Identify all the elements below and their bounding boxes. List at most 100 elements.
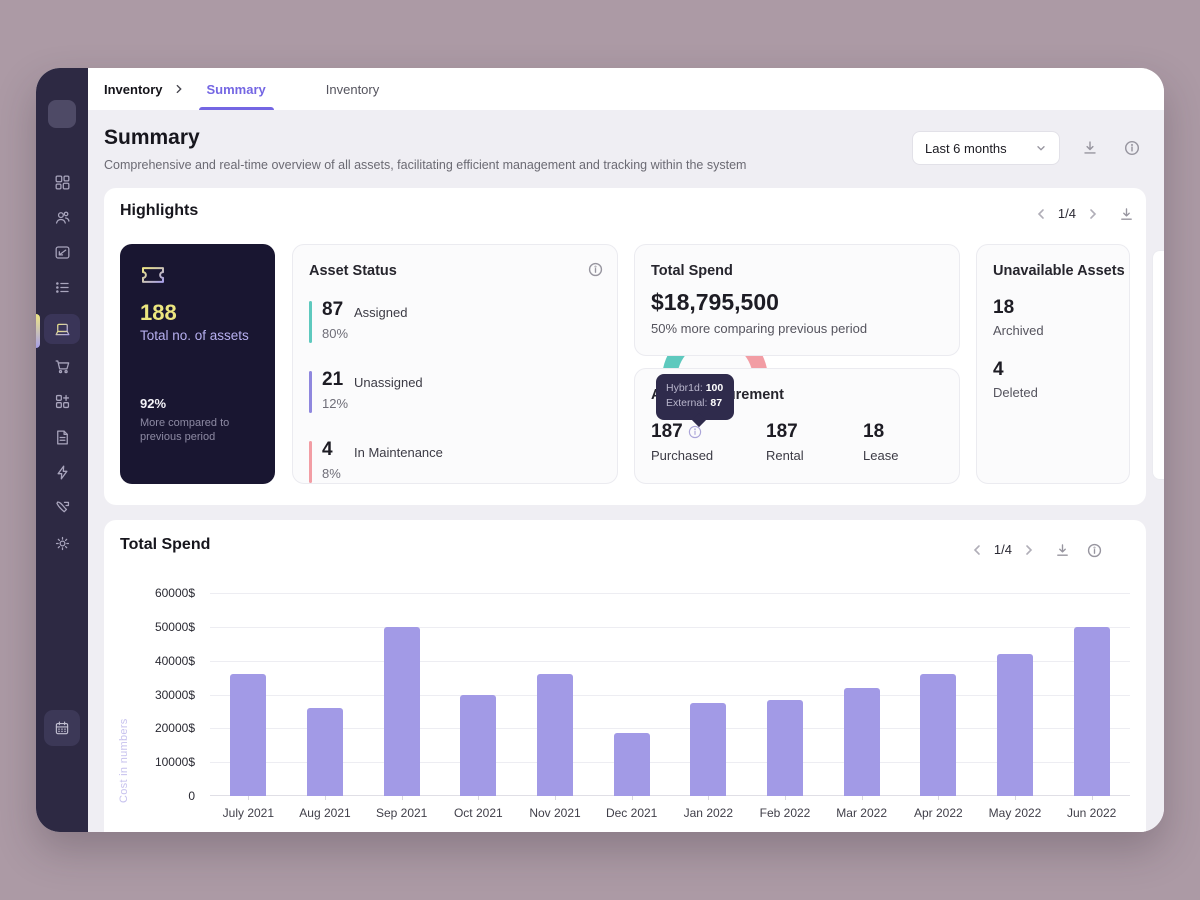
sidebar-item-checklist[interactable]: [44, 272, 80, 302]
bar-Oct 2021[interactable]: [460, 695, 496, 797]
status-percent: 8%: [322, 466, 341, 481]
header-info-button[interactable]: [1120, 136, 1144, 160]
unavailable-assets-card: Unavailable Assets 18 Archived 4 Deleted: [976, 244, 1130, 484]
status-label: Assigned: [354, 305, 407, 320]
x-tick: [555, 796, 556, 800]
stat-label: Rental: [766, 448, 804, 463]
period-selector[interactable]: Last 6 months: [912, 131, 1060, 165]
sidebar-item-assets[interactable]: [44, 314, 80, 344]
chevron-left-icon[interactable]: [1034, 207, 1048, 221]
bar-Mar 2022[interactable]: [844, 688, 880, 796]
y-tick-label: 0: [188, 789, 195, 803]
bar-Aug 2021[interactable]: [307, 708, 343, 796]
chevron-right-icon[interactable]: [1022, 543, 1036, 557]
x-tick: [478, 796, 479, 800]
y-tick-label: 30000$: [155, 688, 195, 702]
unavailable-assets-title: Unavailable Assets: [993, 263, 1125, 279]
chevron-right-icon[interactable]: [1086, 207, 1100, 221]
x-tick-label: Aug 2021: [299, 806, 350, 820]
main-area: Inventory Summary Inventory Summary Comp…: [88, 68, 1164, 832]
x-tick-label: Jan 2022: [684, 806, 733, 820]
sidebar-item-add-widget[interactable]: [44, 386, 80, 416]
tab-inventory[interactable]: Inventory: [318, 68, 387, 110]
grid-plus-icon: [53, 392, 72, 411]
status-row-in-maintenance: 4 In Maintenance 8%: [309, 439, 479, 487]
bar-Apr 2022[interactable]: [920, 674, 956, 796]
bar-Sep 2021[interactable]: [384, 627, 420, 796]
unavailable-stat-deleted: 4 Deleted: [993, 359, 1038, 400]
procurement-stat-lease: 18 Lease: [863, 421, 898, 463]
sidebar-item-documents[interactable]: [44, 422, 80, 452]
x-tick-label: Oct 2021: [454, 806, 503, 820]
info-icon: [687, 424, 703, 440]
bar-Nov 2021[interactable]: [537, 674, 573, 796]
laptop-icon: [53, 320, 72, 339]
stat-value: 18: [863, 421, 898, 443]
asset-status-info-button[interactable]: [583, 257, 607, 281]
sidebar-item-dashboard[interactable]: [44, 167, 80, 197]
users-icon: [53, 208, 72, 227]
x-tick: [1015, 796, 1016, 800]
spend-info-button[interactable]: [1082, 538, 1106, 562]
sidebar-item-reports[interactable]: [44, 237, 80, 267]
purchased-info-button[interactable]: [687, 424, 703, 440]
sidebar-item-users[interactable]: [44, 202, 80, 232]
sidebar-item-settings[interactable]: [44, 528, 80, 558]
bar-Jun 2022[interactable]: [1074, 627, 1110, 796]
spend-chart-plot: July 2021Aug 2021Sep 2021Oct 2021Nov 202…: [210, 593, 1130, 796]
x-tick-label: Jun 2022: [1067, 806, 1116, 820]
x-tick: [248, 796, 249, 800]
spend-download-button[interactable]: [1050, 538, 1074, 562]
chevron-left-icon[interactable]: [970, 543, 984, 557]
status-value: 21: [322, 369, 343, 391]
stat-label: Lease: [863, 448, 898, 463]
tab-summary[interactable]: Summary: [199, 68, 274, 110]
x-tick-label: May 2022: [989, 806, 1042, 820]
bar-Feb 2022[interactable]: [767, 700, 803, 796]
sidebar-item-calendar[interactable]: [44, 710, 80, 746]
y-tick-label: 40000$: [155, 654, 195, 668]
y-tick-label: 20000$: [155, 721, 195, 735]
total-spend-card: Total Spend $18,795,500 50% more compari…: [634, 244, 960, 356]
bar-May 2022[interactable]: [997, 654, 1033, 796]
x-tick-label: Nov 2021: [529, 806, 580, 820]
sidebar-item-support[interactable]: [44, 492, 80, 522]
status-value: 4: [322, 439, 333, 461]
status-row-unassigned: 21 Unassigned 12%: [309, 369, 469, 417]
tooltip-line: External: 87: [666, 396, 734, 411]
x-tick: [402, 796, 403, 800]
sidebar: [36, 68, 88, 832]
sidebar-item-orders[interactable]: [44, 351, 80, 381]
gridline: [210, 627, 1130, 628]
asset-procurement-card: Asset Procurement 187 Purchased 187 Rent…: [634, 368, 960, 484]
bar-Jan 2022[interactable]: [690, 703, 726, 796]
total-assets-delta-label: More compared to previous period: [140, 416, 245, 444]
dashboard-icon: [53, 173, 72, 192]
highlights-download-button[interactable]: [1114, 202, 1138, 226]
procurement-stat-rental: 187 Rental: [766, 421, 804, 463]
bar-Dec 2021[interactable]: [614, 733, 650, 796]
stat-label: Archived: [993, 323, 1044, 338]
page-subtitle: Comprehensive and real-time overview of …: [104, 158, 746, 172]
status-row-assigned: 87 Assigned 80%: [309, 299, 469, 347]
bar-July 2021[interactable]: [230, 674, 266, 796]
sidebar-item-automations[interactable]: [44, 457, 80, 487]
active-nav-indicator: [36, 314, 40, 348]
y-tick-label: 60000$: [155, 586, 195, 600]
x-axis-line: [210, 795, 1130, 796]
status-label: Unassigned: [354, 375, 423, 390]
highlights-panel: Highlights 1/4 188 Total no. of assets: [104, 188, 1146, 505]
breadcrumb: Inventory: [104, 82, 163, 97]
unavailable-stat-archived: 18 Archived: [993, 297, 1044, 338]
chevron-down-icon: [1035, 142, 1047, 154]
header-download-button[interactable]: [1078, 136, 1102, 160]
highlights-title: Highlights: [120, 202, 198, 220]
checklist-icon: [53, 278, 72, 297]
x-tick-label: Sep 2021: [376, 806, 427, 820]
x-tick-label: Mar 2022: [836, 806, 887, 820]
total-assets-value: 188: [140, 300, 177, 326]
status-value: 87: [322, 299, 343, 321]
x-tick: [1092, 796, 1093, 800]
status-color-bar: [309, 301, 312, 343]
status-color-bar: [309, 441, 312, 483]
